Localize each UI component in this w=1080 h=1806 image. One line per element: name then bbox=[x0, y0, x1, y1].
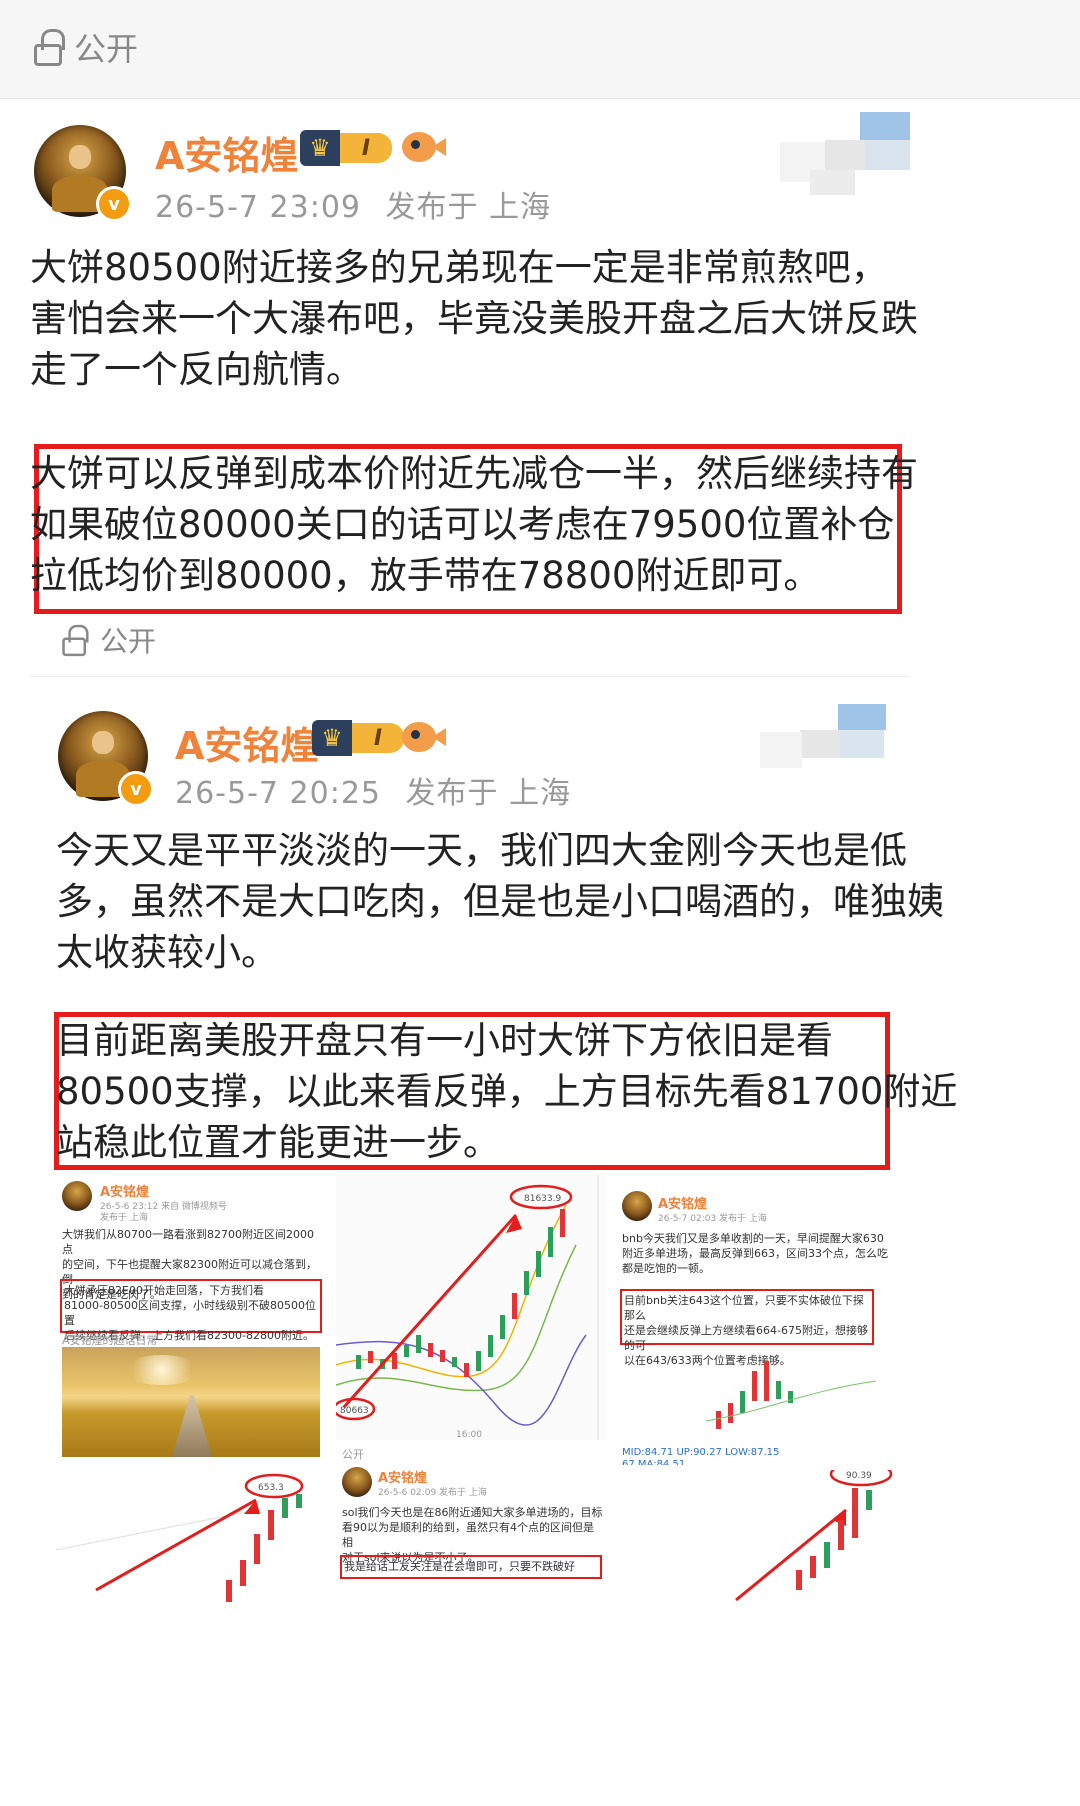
post-location: 发布于 上海 bbox=[100, 1213, 148, 1223]
verified-badge-icon: v bbox=[118, 771, 154, 807]
fish-badge-icon bbox=[402, 128, 446, 164]
author-name[interactable]: A安铭煌 bbox=[175, 715, 318, 770]
peak-label: 653.3 bbox=[258, 1483, 284, 1493]
text-line: 大饼我们从80700一路看涨到82700附近区间2000点 bbox=[62, 1228, 314, 1256]
post-meta: 26-5-6 02:09 发布于 上海 bbox=[378, 1488, 487, 1498]
mini-chart bbox=[706, 1361, 877, 1429]
text-line: 都是吃饱的一顿。 bbox=[622, 1262, 710, 1275]
post-meta: 26-5-7 02:03 发布于 上海 bbox=[658, 1214, 767, 1224]
author-name[interactable]: A安铭煌 bbox=[155, 125, 298, 180]
post-body: 今天又是平平淡淡的一天，我们四大金刚今天也是低 多，虽然不是大口吃肉，但是也是小… bbox=[56, 825, 944, 978]
text-line: 看90以为是顺利的给到，虽然只有4个点的区间但是相 bbox=[342, 1521, 594, 1549]
post-time: 26-5-7 23:09 bbox=[155, 190, 361, 225]
post-highlight-text: 目前距离美股开盘只有一小时大饼下方依旧是看 80500支撑，以此来看反弹，上方目… bbox=[56, 1015, 957, 1168]
text-line: bnb今天我们又是多单收割的一天，早间提醒大家630 bbox=[622, 1232, 884, 1245]
candlestick-chart: 90.39 bbox=[735, 1470, 893, 1602]
thumb-text: bnb今天我们又是多单收割的一天，早间提醒大家630 附近多单进场，最高反弹到6… bbox=[622, 1231, 912, 1276]
image-thumbnail-2[interactable]: 81633.9 80663 16:00 bbox=[336, 1175, 606, 1440]
blurred-corner-image bbox=[760, 704, 890, 784]
text-line: 大饼承压82E00开始走回落，下方我们看 bbox=[64, 1284, 264, 1297]
body-line: 走了一个反向航情。 bbox=[30, 348, 363, 391]
field-photo bbox=[62, 1347, 320, 1457]
text-line: 目前bnb关注643这个位置，只要不实体破位下探那么 bbox=[624, 1294, 864, 1322]
vip-crown-icon: ♛ I bbox=[300, 128, 400, 168]
fish-badge-icon bbox=[402, 718, 446, 754]
image-thumbnail-4[interactable]: 653.3 bbox=[56, 1470, 326, 1806]
post-privacy[interactable]: 公开 bbox=[60, 620, 156, 660]
top-privacy-bar: 公开 bbox=[0, 0, 1080, 99]
body-line: 拉低均价到80000，放手带在78800附近即可。 bbox=[30, 554, 821, 597]
indicator-label: 67 MA:84.51 bbox=[622, 1459, 686, 1465]
text-line: sol我们今天也是在86附近通知大家多单进场的，目标 bbox=[342, 1506, 603, 1519]
peak-label: 81633.9 bbox=[524, 1194, 561, 1204]
body-line: 多，虽然不是大口吃肉，但是也是小口喝酒的，唯独姨 bbox=[56, 880, 944, 923]
post-body: 大饼80500附近接多的兄弟现在一定是非常煎熬吧， 害怕会来一个大瀑布吧，毕竟没… bbox=[30, 242, 918, 395]
author-name: A安铭煌 bbox=[658, 1197, 708, 1212]
privacy-label: 公开 bbox=[342, 1448, 364, 1461]
thumb-footer: A安铭煌的超话日常 bbox=[62, 1334, 158, 1347]
body-line: 害怕会来一个大瀑布吧，毕竟没美股开盘之后大饼反跌 bbox=[30, 297, 918, 340]
body-line: 今天又是平平淡淡的一天，我们四大金刚今天也是低 bbox=[56, 829, 907, 872]
lock-open-icon bbox=[62, 624, 89, 657]
avatar bbox=[62, 1181, 92, 1211]
candlestick-chart: 81633.9 80663 16:00 bbox=[336, 1175, 599, 1440]
author-name: A安铭煌 bbox=[100, 1185, 150, 1200]
divider bbox=[30, 676, 910, 677]
privacy-label: 公开 bbox=[100, 625, 157, 658]
avatar bbox=[342, 1467, 372, 1497]
candlestick-chart: 653.3 bbox=[56, 1473, 304, 1602]
body-line: 大饼可以反弹到成本价附近先减仓一半，然后继续持有 bbox=[30, 452, 918, 495]
privacy-toggle[interactable]: 公开 bbox=[34, 24, 138, 70]
post-time: 26-5-7 20:25 bbox=[175, 776, 381, 811]
post-meta: 26-5-7 23:09 发布于 上海 bbox=[155, 182, 551, 226]
post-location: 发布于 上海 bbox=[385, 190, 552, 225]
post-location: 发布于 上海 bbox=[405, 776, 572, 811]
body-line: 大饼80500附近接多的兄弟现在一定是非常煎熬吧， bbox=[30, 246, 888, 289]
vip-crown-icon: ♛ I bbox=[312, 718, 412, 758]
verified-badge-icon: v bbox=[96, 186, 132, 222]
thumb-boxed-text: 我是给话工友关注是在会增即可，只要不跌破好 bbox=[344, 1560, 575, 1573]
privacy-label: 公开 bbox=[74, 30, 139, 68]
body-line: 如果破位80000关口的话可以考虑在79500位置补仓 bbox=[30, 503, 895, 546]
time-label: 16:00 bbox=[456, 1430, 482, 1440]
image-thumbnail-6[interactable]: 90.39 bbox=[616, 1470, 916, 1806]
text-line: 81000-80500区间支撑，小时线级别不破80500位置 bbox=[64, 1299, 316, 1327]
body-line: 站稳此位置才能更进一步。 bbox=[56, 1121, 500, 1164]
lock-open-icon bbox=[34, 29, 65, 66]
image-thumbnail-5[interactable]: 公开 A安铭煌 26-5-6 02:09 发布于 上海 sol我们今天也是在86… bbox=[336, 1445, 606, 1806]
peak-label: 90.39 bbox=[846, 1471, 872, 1481]
image-thumbnail-3[interactable]: A安铭煌 26-5-7 02:03 发布于 上海 bnb今天我们又是多单收割的一… bbox=[616, 1175, 916, 1465]
post-highlight-text: 大饼可以反弹到成本价附近先减仓一半，然后继续持有 如果破位80000关口的话可以… bbox=[30, 448, 918, 601]
candles bbox=[356, 1209, 565, 1377]
text-line: 附近多单进场，最高反弹到663，区间33个点，怎么吃 bbox=[622, 1247, 888, 1260]
text-line: 还是会继续反弹上方继续看664-675附近，想接够的可 bbox=[624, 1324, 868, 1352]
body-line: 目前距离美股开盘只有一小时大饼下方依旧是看 bbox=[56, 1019, 833, 1062]
avatar bbox=[622, 1191, 652, 1221]
author-name: A安铭煌 bbox=[378, 1471, 428, 1486]
low-label: 80663 bbox=[340, 1406, 369, 1416]
vip-level: I bbox=[352, 723, 404, 753]
body-line: 80500支撑，以此来看反弹，上方目标先看81700附近 bbox=[56, 1070, 958, 1113]
image-thumbnail-1[interactable]: A安铭煌 26-5-6 23:12 来自 微博视频号 发布于 上海 大饼我们从8… bbox=[56, 1175, 326, 1465]
blurred-corner-image bbox=[780, 112, 920, 197]
vip-level: I bbox=[340, 133, 392, 163]
post-meta: 26-5-7 20:25 发布于 上海 bbox=[175, 768, 571, 812]
body-line: 太收获较小。 bbox=[56, 931, 278, 974]
image-grid: A安铭煌 26-5-6 23:12 来自 微博视频号 发布于 上海 大饼我们从8… bbox=[56, 1175, 1056, 1806]
